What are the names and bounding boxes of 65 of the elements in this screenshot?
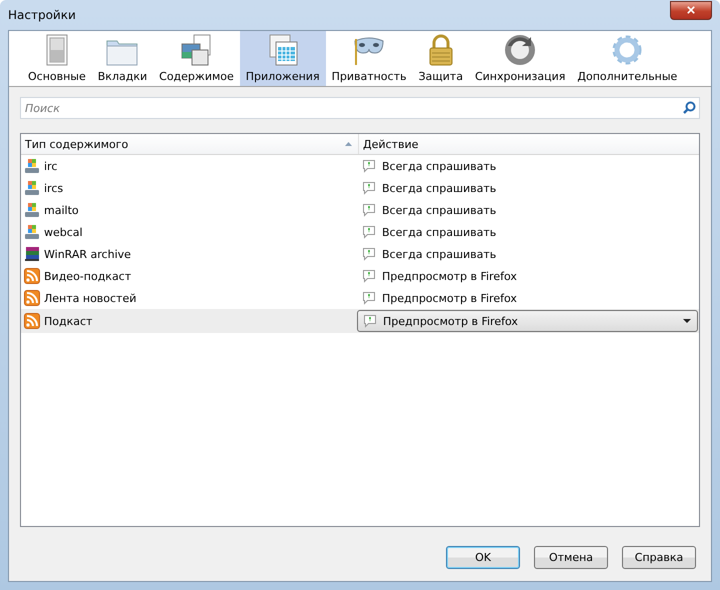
action-dropdown[interactable]: Предпросмотр в Firefox (357, 310, 698, 332)
gear-icon (611, 34, 644, 66)
table-row[interactable]: mailto Всегда спрашивать (21, 199, 699, 221)
search-field[interactable]: Поиск (20, 97, 700, 119)
speech-bubble-icon (362, 225, 376, 239)
table-row[interactable]: irc Всегда спрашивать (21, 155, 699, 177)
content-type-text: mailto (44, 204, 79, 216)
preferences-tab[interactable]: Приватность (326, 31, 412, 86)
table-row[interactable]: Лента новостей Предпросмотр в Firefox (21, 287, 699, 309)
preferences-tab[interactable]: Вкладки (92, 31, 154, 86)
application-icon (24, 224, 40, 240)
content-type-text: Лента новостей (44, 292, 136, 304)
speech-bubble-icon (362, 269, 376, 283)
sync-icon (504, 34, 536, 66)
close-button[interactable]: × (670, 0, 712, 20)
action-text: Всегда спрашивать (382, 182, 496, 194)
speech-bubble-icon (363, 314, 377, 328)
preferences-tab[interactable]: Синхронизация (468, 31, 572, 86)
content-type-text: Подкаст (44, 314, 92, 328)
speech-bubble-icon (362, 203, 376, 217)
search-icon (683, 101, 696, 114)
switch-icon (46, 34, 68, 66)
table-row[interactable]: ircs Всегда спрашивать (21, 177, 699, 199)
speech-bubble-icon (362, 159, 376, 173)
feed-icon (24, 313, 40, 329)
lock-icon (428, 34, 454, 66)
content-type-text: webcal (44, 226, 83, 238)
preferences-tab[interactable]: Дополнительные (571, 31, 684, 86)
table-row[interactable]: Подкаст Предпросмотр в Firefox (21, 309, 699, 333)
folder-icon (106, 38, 138, 66)
archive-icon (24, 246, 40, 262)
speech-bubble-icon (362, 247, 376, 261)
table-row[interactable]: webcal Всегда спрашивать (21, 221, 699, 243)
table-row[interactable]: WinRAR archive Всегда спрашивать (21, 243, 699, 265)
table-row[interactable]: Видео-подкаст Предпросмотр в Firefox (21, 265, 699, 287)
feed-icon (24, 290, 40, 306)
preferences-tab[interactable]: Основные (22, 31, 92, 86)
speech-bubble-icon (362, 181, 376, 195)
application-icon (24, 202, 40, 218)
window-title: Настройки (8, 8, 76, 22)
application-icon (24, 158, 40, 174)
dialog-button[interactable]: OK (446, 546, 520, 569)
dialog-button[interactable]: Справка (622, 546, 696, 569)
preferences-tab[interactable]: Приложения (240, 31, 326, 86)
calendar-icon (266, 34, 299, 66)
column-header[interactable]: Тип содержимого (21, 134, 359, 154)
content-type-text: ircs (44, 182, 64, 194)
dialog-button[interactable]: Отмена (534, 546, 608, 569)
action-text: Предпросмотр в Firefox (382, 270, 517, 282)
preferences-tab[interactable]: Защита (412, 31, 469, 86)
caret-icon (683, 319, 691, 323)
application-icon (24, 180, 40, 196)
action-text: Всегда спрашивать (382, 248, 496, 260)
action-text: Всегда спрашивать (382, 160, 496, 172)
documents-icon (180, 34, 212, 66)
speech-bubble-icon (362, 291, 376, 305)
content-type-text: Видео-подкаст (44, 270, 132, 282)
action-text: Всегда спрашивать (382, 226, 496, 238)
content-type-text: WinRAR archive (44, 248, 131, 260)
content-type-text: irc (44, 160, 58, 172)
column-header[interactable]: Действие (359, 134, 699, 154)
action-text: Всегда спрашивать (382, 204, 496, 216)
action-text: Предпросмотр в Firefox (382, 292, 517, 304)
preferences-tab[interactable]: Содержимое (153, 31, 240, 86)
feed-icon (24, 268, 40, 284)
